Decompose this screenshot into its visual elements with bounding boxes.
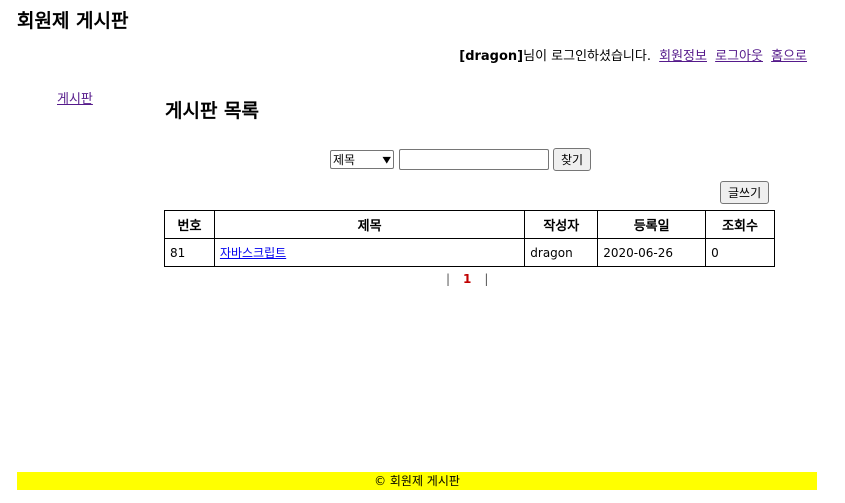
table-row: 81 자바스크립트 dragon 2020-06-26 0 (164, 238, 775, 267)
header-views: 조회수 (705, 210, 775, 239)
cell-author: dragon (524, 238, 599, 267)
cell-no: 81 (164, 238, 215, 267)
page: 회원제 게시판 [dragon]님이 로그인하셨습니다. 회원정보 로그아웃 홈… (0, 0, 845, 503)
cell-views: 0 (705, 238, 775, 267)
pager-separator: | (484, 272, 489, 286)
search-bar: 제목 ▼ 찾기 (330, 148, 592, 171)
pager-separator: | (446, 272, 451, 286)
cell-date: 2020-06-26 (597, 238, 707, 267)
sidebar-board-link[interactable]: 게시판 (57, 88, 93, 107)
board-table: 번호 제목 작성자 등록일 조회수 81 자바스크립트 dragon 2020-… (164, 210, 775, 267)
table-header-row: 번호 제목 작성자 등록일 조회수 (164, 210, 775, 239)
login-username: [dragon] (459, 49, 524, 64)
cell-title: 자바스크립트 (213, 238, 526, 267)
pagination: | 1 | (446, 272, 488, 286)
search-button[interactable]: 찾기 (553, 148, 592, 171)
header-no: 번호 (164, 210, 215, 239)
home-link[interactable]: 홈으로 (771, 49, 807, 64)
board-heading: 게시판 목록 (165, 100, 260, 122)
post-title-link[interactable]: 자바스크립트 (220, 246, 286, 260)
header-author: 작성자 (524, 210, 599, 239)
pager-current-page[interactable]: 1 (463, 272, 471, 286)
chevron-down-icon: ▼ (382, 154, 391, 165)
site-title: 회원제 게시판 (17, 10, 129, 32)
search-field-value: 제목 (333, 153, 356, 167)
footer: © 회원제 게시판 (17, 472, 817, 490)
search-input[interactable] (399, 149, 549, 170)
header-date: 등록일 (597, 210, 707, 239)
header-title: 제목 (213, 210, 526, 239)
member-info-link[interactable]: 회원정보 (659, 49, 707, 64)
login-message: 님이 로그인하셨습니다. (523, 49, 651, 64)
logout-link[interactable]: 로그아웃 (715, 49, 763, 64)
login-bar: [dragon]님이 로그인하셨습니다. 회원정보 로그아웃 홈으로 (459, 45, 807, 64)
search-field-select[interactable]: 제목 ▼ (330, 150, 394, 169)
write-button[interactable]: 글쓰기 (720, 181, 770, 204)
